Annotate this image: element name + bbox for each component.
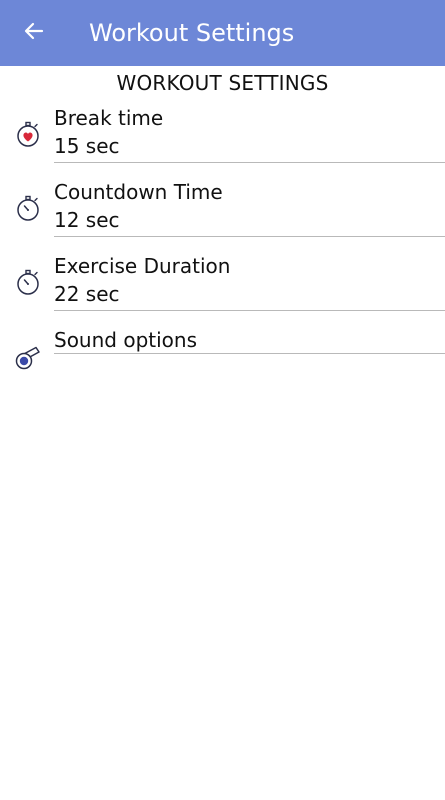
page-title: Workout Settings [89, 19, 295, 47]
setting-countdown-time[interactable]: Countdown Time 12 sec [0, 178, 445, 238]
app-bar: Workout Settings [0, 0, 445, 66]
setting-label: Exercise Duration [54, 254, 231, 278]
setting-value: 22 sec [54, 282, 120, 306]
arrow-left-icon [22, 19, 46, 47]
setting-value: 12 sec [54, 208, 120, 232]
setting-label: Sound options [54, 328, 197, 352]
divider [54, 353, 445, 354]
divider [54, 162, 445, 163]
setting-exercise-duration[interactable]: Exercise Duration 22 sec [0, 252, 445, 312]
stopwatch-icon [14, 268, 42, 296]
heart-stopwatch-icon [14, 120, 42, 148]
setting-sound-options[interactable]: Sound options [0, 326, 445, 370]
setting-value: 15 sec [54, 134, 120, 158]
back-button[interactable] [14, 13, 54, 53]
stopwatch-icon [14, 194, 42, 222]
divider [54, 310, 445, 311]
setting-label: Break time [54, 106, 164, 130]
setting-break-time[interactable]: Break time 15 sec [0, 104, 445, 164]
divider [54, 236, 445, 237]
section-title: WORKOUT SETTINGS [116, 71, 329, 95]
setting-label: Countdown Time [54, 180, 223, 204]
whistle-icon [14, 342, 42, 370]
